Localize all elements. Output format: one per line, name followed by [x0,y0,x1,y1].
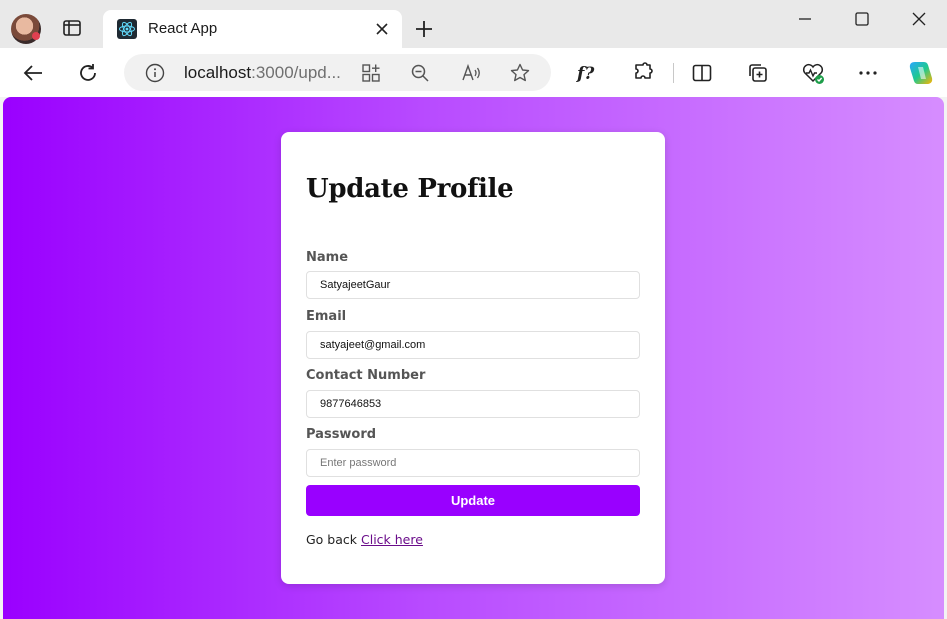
profile-status-dot [32,32,40,40]
update-button[interactable]: Update [306,485,640,516]
react-favicon [117,19,137,39]
info-icon[interactable] [142,60,168,86]
browser-toolbar: localhost:3000/upd... f? [0,48,947,97]
contact-number-input[interactable] [306,390,640,418]
minimize-icon[interactable] [796,10,814,28]
back-icon[interactable] [20,60,46,86]
name-input[interactable] [306,271,640,299]
close-icon[interactable] [374,21,390,37]
collections-icon[interactable] [745,60,771,86]
formula-icon[interactable]: f? [574,60,600,86]
password-input[interactable] [306,449,640,477]
new-tab-button[interactable] [413,18,435,40]
page-title: Update Profile [306,174,514,204]
window-close-icon[interactable] [910,10,928,28]
more-icon[interactable] [855,60,881,86]
browser-essentials-icon[interactable] [800,60,826,86]
tab-actions-icon[interactable] [60,16,84,40]
active-tab[interactable]: React App [103,10,402,48]
name-label: Name [306,250,349,265]
email-input[interactable] [306,331,640,359]
read-aloud-icon[interactable] [458,60,484,86]
email-label: Email [306,309,347,324]
go-back-link[interactable]: Click here [361,532,423,547]
zoom-out-icon[interactable] [407,60,433,86]
extensions-icon[interactable] [630,60,656,86]
address-bar[interactable]: localhost:3000/upd... [124,54,551,91]
browser-tab-bar: React App [0,0,947,48]
maximize-icon[interactable] [853,10,871,28]
go-back-text: Go back [306,532,358,547]
url-host: localhost [184,63,252,82]
favorite-star-icon[interactable] [507,60,533,86]
app-grid-icon[interactable] [358,60,384,86]
go-back-row: Go back Click here [306,532,423,547]
tab-title: React App [148,20,218,37]
update-profile-card: Update Profile Name Email Contact Number… [281,132,665,584]
toolbar-separator [673,63,674,83]
refresh-icon[interactable] [75,60,101,86]
copilot-icon[interactable] [906,58,936,88]
svg-text:f?: f? [576,64,595,84]
contact-number-label: Contact Number [306,368,426,383]
password-label: Password [306,427,377,442]
url-text[interactable]: localhost:3000/upd... [184,63,341,83]
split-screen-icon[interactable] [689,60,715,86]
url-rest: :3000/upd... [251,63,341,82]
